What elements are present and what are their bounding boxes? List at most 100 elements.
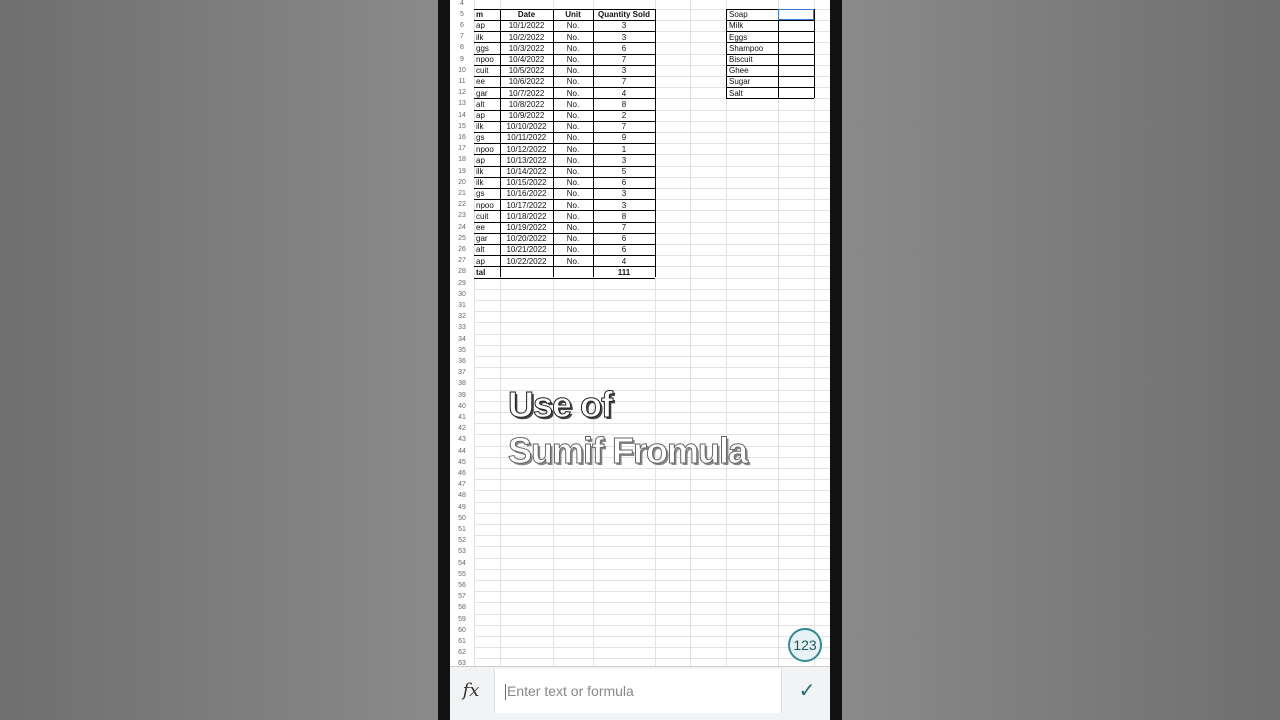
- row-number[interactable]: 38: [450, 380, 474, 387]
- row-number[interactable]: 27: [450, 257, 474, 264]
- table-cell[interactable]: No.: [555, 223, 591, 232]
- row-number[interactable]: 17: [450, 145, 474, 152]
- row-number[interactable]: 26: [450, 246, 474, 253]
- table-cell[interactable]: 3: [595, 33, 653, 42]
- table-cell[interactable]: 5: [595, 167, 653, 176]
- table-cell[interactable]: gs: [476, 189, 498, 198]
- row-number[interactable]: 15: [450, 123, 474, 130]
- summary-item-cell[interactable]: Sugar: [729, 77, 750, 86]
- table-cell[interactable]: No.: [555, 21, 591, 30]
- table-cell[interactable]: 10/2/2022: [502, 33, 551, 42]
- table-cell[interactable]: No.: [555, 89, 591, 98]
- total-label-cell[interactable]: tal: [476, 268, 485, 277]
- table-cell[interactable]: 10/3/2022: [502, 44, 551, 53]
- table-cell[interactable]: No.: [555, 55, 591, 64]
- row-number[interactable]: 16: [450, 134, 474, 141]
- table-cell[interactable]: 10/11/2022: [502, 133, 551, 142]
- row-number[interactable]: 28: [450, 268, 474, 275]
- number-keyboard-toggle-button[interactable]: 123: [788, 628, 822, 662]
- row-number[interactable]: 40: [450, 403, 474, 410]
- row-number[interactable]: 21: [450, 190, 474, 197]
- table-cell[interactable]: ilk: [476, 33, 498, 42]
- table-cell[interactable]: gar: [476, 234, 498, 243]
- table-header-cell[interactable]: m: [476, 10, 498, 19]
- table-cell[interactable]: 4: [595, 89, 653, 98]
- row-number[interactable]: 49: [450, 504, 474, 511]
- table-cell[interactable]: 10/8/2022: [502, 100, 551, 109]
- table-cell[interactable]: npoo: [476, 145, 498, 154]
- row-number[interactable]: 29: [450, 280, 474, 287]
- row-number[interactable]: 23: [450, 212, 474, 219]
- table-cell[interactable]: alt: [476, 100, 498, 109]
- table-cell[interactable]: 1: [595, 145, 653, 154]
- row-number[interactable]: 35: [450, 347, 474, 354]
- table-cell[interactable]: No.: [555, 257, 591, 266]
- row-number[interactable]: 45: [450, 459, 474, 466]
- table-cell[interactable]: 10/7/2022: [502, 89, 551, 98]
- row-number[interactable]: 61: [450, 638, 474, 645]
- row-number[interactable]: 55: [450, 571, 474, 578]
- function-icon[interactable]: fx: [450, 667, 492, 713]
- row-number[interactable]: 48: [450, 492, 474, 499]
- table-cell[interactable]: No.: [555, 234, 591, 243]
- table-cell[interactable]: 7: [595, 55, 653, 64]
- table-cell[interactable]: No.: [555, 100, 591, 109]
- table-cell[interactable]: 10/21/2022: [502, 245, 551, 254]
- table-cell[interactable]: 10/20/2022: [502, 234, 551, 243]
- table-cell[interactable]: No.: [555, 77, 591, 86]
- table-cell[interactable]: 10/12/2022: [502, 145, 551, 154]
- row-number[interactable]: 54: [450, 560, 474, 567]
- table-cell[interactable]: 6: [595, 178, 653, 187]
- summary-item-cell[interactable]: Eggs: [729, 33, 747, 42]
- row-number[interactable]: 9: [450, 56, 474, 63]
- row-number[interactable]: 59: [450, 616, 474, 623]
- table-cell[interactable]: 10/19/2022: [502, 223, 551, 232]
- row-number[interactable]: 51: [450, 526, 474, 533]
- table-cell[interactable]: No.: [555, 66, 591, 75]
- row-number[interactable]: 31: [450, 302, 474, 309]
- row-number[interactable]: 24: [450, 224, 474, 231]
- table-cell[interactable]: 9: [595, 133, 653, 142]
- summary-item-cell[interactable]: Salt: [729, 89, 743, 98]
- row-number[interactable]: 11: [450, 78, 474, 85]
- formula-input[interactable]: Enter text or formula: [494, 669, 782, 713]
- table-cell[interactable]: ee: [476, 77, 498, 86]
- row-number[interactable]: 25: [450, 235, 474, 242]
- table-cell[interactable]: 3: [595, 156, 653, 165]
- table-cell[interactable]: ap: [476, 21, 498, 30]
- table-cell[interactable]: 10/16/2022: [502, 189, 551, 198]
- table-cell[interactable]: No.: [555, 178, 591, 187]
- summary-item-cell[interactable]: Shampoo: [729, 44, 763, 53]
- table-cell[interactable]: 10/13/2022: [502, 156, 551, 165]
- table-cell[interactable]: No.: [555, 44, 591, 53]
- table-header-cell[interactable]: Quantity Sold: [595, 10, 653, 19]
- table-header-cell[interactable]: Date: [502, 10, 551, 19]
- summary-item-cell[interactable]: Milk: [729, 21, 743, 30]
- table-cell[interactable]: ilk: [476, 167, 498, 176]
- table-cell[interactable]: 10/10/2022: [502, 122, 551, 131]
- table-cell[interactable]: 8: [595, 212, 653, 221]
- row-number[interactable]: 22: [450, 201, 474, 208]
- row-number[interactable]: 32: [450, 313, 474, 320]
- summary-item-cell[interactable]: Biscuit: [729, 55, 753, 64]
- table-cell[interactable]: 10/15/2022: [502, 178, 551, 187]
- table-cell[interactable]: ilk: [476, 122, 498, 131]
- row-number[interactable]: 53: [450, 548, 474, 555]
- table-cell[interactable]: 7: [595, 122, 653, 131]
- row-number[interactable]: 58: [450, 604, 474, 611]
- row-number[interactable]: 46: [450, 470, 474, 477]
- table-cell[interactable]: No.: [555, 133, 591, 142]
- spreadsheet-grid[interactable]: 4 5 6 7 8 9 10 11 12 13 14 15 16 17 18 19 20 21 22 23 24 25 26…: [450, 0, 830, 666]
- table-cell[interactable]: 10/5/2022: [502, 66, 551, 75]
- row-number[interactable]: 43: [450, 436, 474, 443]
- row-number[interactable]: 56: [450, 582, 474, 589]
- table-cell[interactable]: ap: [476, 257, 498, 266]
- table-cell[interactable]: gar: [476, 89, 498, 98]
- table-cell[interactable]: No.: [555, 189, 591, 198]
- row-number[interactable]: 12: [450, 89, 474, 96]
- row-number[interactable]: 8: [450, 44, 474, 51]
- table-cell[interactable]: cuit: [476, 66, 498, 75]
- table-cell[interactable]: No.: [555, 145, 591, 154]
- summary-item-cell[interactable]: Soap: [729, 10, 748, 19]
- row-number[interactable]: 7: [450, 33, 474, 40]
